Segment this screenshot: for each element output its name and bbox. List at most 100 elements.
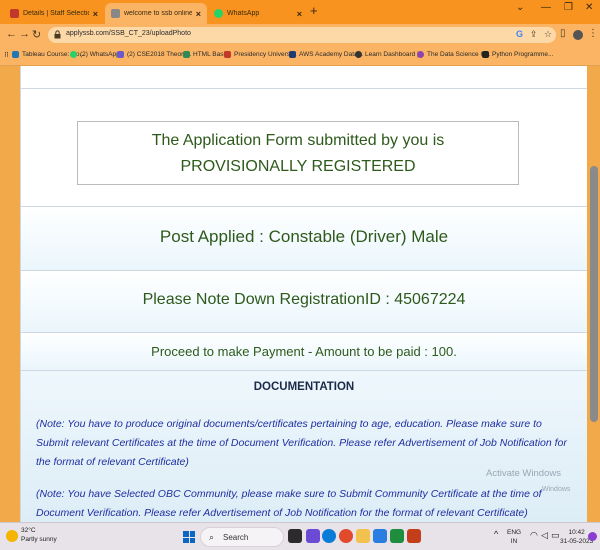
status-line-1: The Application Form submitted by you is	[151, 132, 445, 149]
windows-taskbar: 32°C Partly sunny ⌕ Search ^ ENG IN ◠ ◁ …	[0, 522, 600, 550]
bookmark-label: AWS Academy Data...	[299, 51, 364, 58]
teams-icon	[117, 51, 124, 58]
menu-icon[interactable]: ⋮	[588, 28, 598, 39]
google-icon[interactable]: G	[516, 29, 523, 39]
documentation-section: DOCUMENTATION (Note: You have to produce…	[21, 370, 587, 522]
weather-sun-icon[interactable]	[6, 530, 18, 542]
top-spacer	[21, 66, 587, 88]
volume-icon[interactable]: ◁	[541, 531, 548, 540]
maximize-button[interactable]: ❐	[564, 2, 573, 13]
ssc-favicon-icon	[10, 9, 19, 18]
temperature: 32°C	[21, 527, 36, 534]
close-icon[interactable]: ×	[196, 9, 201, 19]
bookmark-label: (2) WhatsApp	[80, 51, 120, 58]
aws-icon	[289, 51, 296, 58]
address-bar[interactable]: applyssb.com/SSB_CT_23/uploadPhoto G ⇪ ☆	[48, 27, 556, 43]
close-icon[interactable]: ×	[297, 9, 302, 19]
taskbar-search[interactable]: ⌕ Search	[200, 527, 284, 547]
chevron-up-icon[interactable]: ^	[494, 530, 498, 539]
payment-row: Proceed to make Payment - Amount to be p…	[21, 332, 587, 370]
data-science-icon	[417, 51, 424, 58]
scrollbar-thumb[interactable]	[590, 166, 598, 422]
url-text: applyssb.com/SSB_CT_23/uploadPhoto	[66, 30, 191, 37]
reload-icon[interactable]: ↻	[32, 28, 41, 41]
bookmark-label: Learn Dashboard |...	[365, 51, 425, 58]
tab-ssc-details[interactable]: Details | Staff Selection Commiss ×	[4, 3, 104, 24]
whatsapp-icon	[214, 9, 223, 18]
bookmark-label: HTML Basic	[193, 51, 229, 58]
sidebar-icon[interactable]: ▯	[560, 28, 566, 39]
bookmark-learn-dashboard[interactable]: Learn Dashboard |...	[355, 51, 424, 58]
presidency-icon	[224, 51, 231, 58]
post-applied-row: Post Applied : Constable (Driver) Male	[21, 206, 587, 270]
browser-toolbar: ← → ↻ applyssb.com/SSB_CT_23/uploadPhoto…	[0, 24, 600, 46]
share-icon[interactable]: ⇪	[530, 29, 538, 40]
bookmark-python[interactable]: Python Programme...	[482, 51, 553, 58]
language-indicator[interactable]: ENG IN	[507, 528, 521, 546]
search-label: Search	[223, 533, 249, 542]
search-icon: ⌕	[209, 532, 215, 542]
ssb-favicon-icon	[111, 9, 120, 18]
bookmark-label: (2) CSE2018 Theory...	[127, 51, 192, 58]
region-code: IN	[510, 538, 518, 545]
window-close-button[interactable]: ✕	[585, 2, 593, 13]
post-applied-text: Post Applied : Constable (Driver) Male	[159, 227, 449, 246]
star-icon[interactable]: ☆	[544, 29, 552, 40]
tab-title: Details | Staff Selection Commiss	[23, 10, 89, 17]
note-obc-community: (Note: You have Selected OBC Community, …	[36, 488, 542, 519]
excel-icon[interactable]	[390, 529, 404, 543]
whatsapp-icon	[70, 51, 77, 58]
payment-text: Proceed to make Payment - Amount to be p…	[151, 344, 457, 359]
w3schools-icon	[183, 51, 190, 58]
tableau-icon	[12, 51, 19, 58]
store-icon[interactable]	[373, 529, 387, 543]
python-icon	[482, 51, 489, 58]
avatar[interactable]	[573, 30, 583, 40]
bookmark-whatsapp[interactable]: (2) WhatsApp	[70, 51, 120, 58]
content-panel: The Application Form submitted by you is…	[20, 66, 587, 522]
bookmark-cse2018[interactable]: (2) CSE2018 Theory...	[117, 51, 191, 58]
teams-chat-icon[interactable]	[306, 529, 320, 543]
apps-grid-icon[interactable]: ⠿	[4, 51, 9, 59]
minimize-button[interactable]: —	[541, 2, 551, 13]
tab-title: welcome to ssb online applicatio	[124, 10, 192, 17]
task-view-icon[interactable]	[288, 529, 302, 543]
activate-windows-sub-watermark: Windows	[542, 486, 571, 493]
edge-icon[interactable]	[322, 529, 336, 543]
status-section: The Application Form submitted by you is…	[21, 88, 587, 206]
notification-icon[interactable]	[588, 532, 597, 541]
tab-title: WhatsApp	[227, 10, 260, 17]
bookmarks-bar: ⠿ Tableau Course: Do... (2) WhatsApp (2)…	[0, 46, 600, 66]
note-documents: (Note: You have to produce original docu…	[36, 418, 567, 468]
bookmark-data-science[interactable]: The Data Science C...	[417, 51, 491, 58]
browser-tab-strip: Details | Staff Selection Commiss × welc…	[0, 0, 600, 24]
bookmark-html-basic[interactable]: HTML Basic	[183, 51, 228, 58]
bookmark-aws[interactable]: AWS Academy Data...	[289, 51, 363, 58]
lock-icon	[54, 30, 61, 39]
registration-id-row: Please Note Down RegistrationID : 450672…	[21, 270, 587, 332]
documentation-title: DOCUMENTATION	[253, 381, 355, 393]
windows-start-icon[interactable]	[183, 531, 195, 543]
registration-id-text: Please Note Down RegistrationID : 450672…	[142, 291, 466, 308]
back-arrow-icon[interactable]: ←	[6, 28, 17, 40]
wifi-icon[interactable]: ◠	[530, 531, 538, 540]
file-explorer-icon[interactable]	[356, 529, 370, 543]
status-line-2: PROVISIONALLY REGISTERED	[180, 158, 416, 175]
close-icon[interactable]: ×	[93, 9, 98, 19]
tab-whatsapp[interactable]: WhatsApp ×	[208, 3, 308, 24]
registration-status-banner: The Application Form submitted by you is…	[77, 121, 519, 185]
bookmark-presidency[interactable]: Presidency Universi...	[224, 51, 297, 58]
weather-widget[interactable]: 32°C Partly sunny	[21, 526, 57, 544]
github-icon	[355, 51, 362, 58]
powerpoint-icon[interactable]	[407, 529, 421, 543]
weather-condition: Partly sunny	[21, 536, 57, 543]
new-tab-button[interactable]: +	[310, 3, 318, 18]
language-code: ENG	[507, 529, 522, 536]
page-viewport: The Application Form submitted by you is…	[0, 66, 600, 522]
tab-ssb-online[interactable]: welcome to ssb online applicatio ×	[105, 3, 207, 24]
forward-arrow-icon[interactable]: →	[19, 28, 30, 40]
bookmark-label: Python Programme...	[492, 51, 554, 58]
battery-icon[interactable]: ▭	[551, 531, 560, 540]
chrome-icon[interactable]	[339, 529, 353, 543]
chevron-down-icon[interactable]: ⌄	[516, 2, 524, 13]
